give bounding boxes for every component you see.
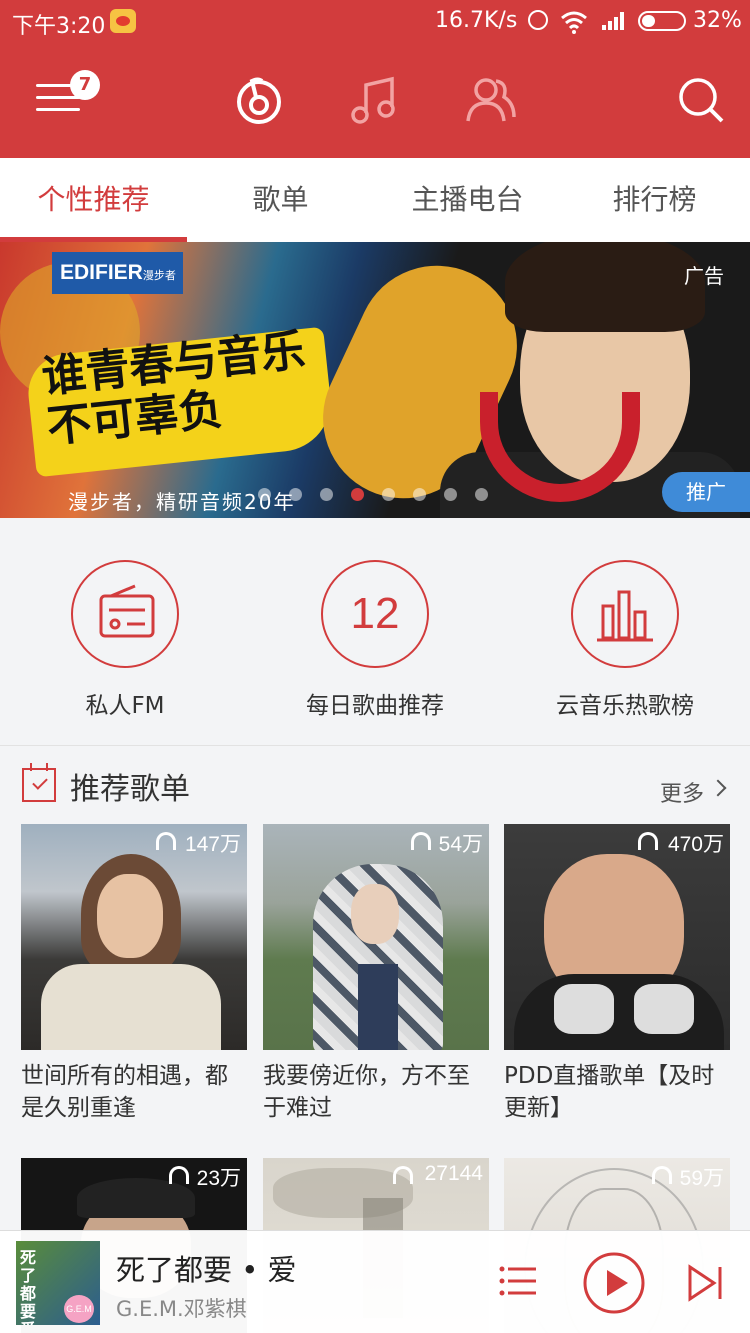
playlist-card[interactable]: 470万 PDD直播歌单【及时更新】 — [504, 824, 730, 1124]
play-count: 147万 — [184, 833, 241, 856]
radio-icon — [71, 560, 179, 668]
playlist-title: PDD直播歌单【及时更新】 — [504, 1063, 715, 1121]
carousel-dot[interactable] — [413, 488, 426, 501]
carousel-dot[interactable] — [382, 488, 395, 501]
feature-label: 每日歌曲推荐 — [306, 693, 444, 719]
carousel-dot[interactable] — [258, 488, 271, 501]
tab-charts[interactable]: 排行榜 — [561, 158, 748, 242]
search-icon[interactable] — [676, 75, 726, 125]
headphones-icon — [638, 832, 658, 850]
headphones-icon — [169, 1166, 189, 1184]
tab-bar: 个性推荐 歌单 主播电台 排行榜 — [0, 158, 750, 242]
playlist-card[interactable]: 54万 我要傍近你，方不至于难过 — [263, 824, 489, 1124]
headphones-icon — [411, 832, 431, 850]
headphones-icon — [393, 1166, 413, 1184]
carousel-dot[interactable] — [444, 488, 457, 501]
headphones-icon — [156, 832, 176, 850]
song-artist: G.E.M.邓紫棋 — [116, 1297, 247, 1321]
weibo-notification-icon — [110, 9, 136, 33]
feature-private-fm[interactable]: 私人FM — [0, 560, 250, 720]
feature-hot-chart[interactable]: 云音乐热歌榜 — [500, 560, 750, 720]
play-count: 470万 — [667, 833, 724, 856]
playlist-cover: 54万 — [263, 824, 489, 1050]
play-count: 23万 — [196, 1167, 241, 1190]
album-cover[interactable]: 死了都要爱 G.E.M — [16, 1241, 100, 1325]
playlist-title: 我要傍近你，方不至于难过 — [263, 1063, 470, 1121]
netease-music-icon[interactable] — [234, 75, 284, 125]
tab-recommend[interactable]: 个性推荐 — [0, 158, 187, 242]
battery-percent: 32% — [693, 8, 742, 33]
feature-label: 云音乐热歌榜 — [556, 693, 694, 719]
play-icon[interactable] — [582, 1251, 646, 1315]
alarm-icon — [528, 10, 548, 30]
menu-badge: 7 — [70, 70, 100, 100]
playlist-cover: 147万 — [21, 824, 247, 1050]
playlist-card[interactable]: 147万 世间所有的相遇，都是久别重逢 — [21, 824, 247, 1124]
chevron-right-icon[interactable] — [709, 779, 727, 797]
play-count: 54万 — [438, 833, 483, 856]
carousel-indicator — [258, 488, 498, 504]
signal-icon — [602, 12, 624, 30]
carousel-dot[interactable] — [475, 488, 488, 501]
network-speed: 16.7K/s — [435, 8, 518, 33]
tab-radio[interactable]: 主播电台 — [374, 158, 561, 242]
wifi-icon — [561, 11, 587, 34]
calendar-icon — [22, 763, 56, 802]
status-time: 下午3:20 — [12, 14, 106, 39]
brand-logo: EDIFIER漫步者 — [52, 252, 183, 294]
feature-label: 私人FM — [85, 693, 165, 719]
carousel-dot[interactable] — [320, 488, 333, 501]
day-number: 12 — [350, 589, 400, 638]
promo-badge[interactable]: 推广 — [662, 472, 750, 512]
play-count: 27144 — [424, 1162, 483, 1185]
calendar-day-icon: 12 — [321, 560, 429, 668]
ad-banner[interactable]: EDIFIER漫步者 谁青春与音乐不可辜负 广告 漫步者，精研音频20年 推广 — [0, 242, 750, 518]
friends-icon[interactable] — [466, 75, 516, 125]
playlist-queue-icon[interactable] — [498, 1261, 538, 1301]
chart-bars-icon — [571, 560, 679, 668]
cover-brand: G.E.M — [64, 1295, 94, 1323]
carousel-dot[interactable] — [289, 488, 302, 501]
playlist-title: 世间所有的相遇，都是久别重逢 — [21, 1063, 228, 1121]
music-note-icon[interactable] — [350, 75, 400, 125]
ad-label: 广告 — [684, 264, 724, 288]
recommended-playlists-header: 推荐歌单 更多 — [0, 746, 750, 824]
carousel-dot-active[interactable] — [351, 488, 364, 501]
feature-daily-songs[interactable]: 12 每日歌曲推荐 — [250, 560, 500, 720]
app-header: 下午3:20 16.7K/s 32% 7 — [0, 0, 750, 158]
mini-player[interactable]: 死了都要爱 G.E.M 死了都要 • 爱 G.E.M.邓紫棋 — [0, 1230, 750, 1333]
battery-icon — [638, 11, 686, 31]
tab-playlists[interactable]: 歌单 — [187, 158, 374, 242]
more-link[interactable]: 更多 — [660, 776, 704, 808]
status-bar: 下午3:20 16.7K/s 32% — [0, 0, 750, 44]
feature-shortcuts: 私人FM 12 每日歌曲推荐 云音乐热歌榜 — [0, 518, 750, 746]
headphones-icon — [652, 1166, 672, 1184]
song-title: 死了都要 • 爱 — [116, 1253, 297, 1287]
next-track-icon[interactable] — [686, 1263, 726, 1303]
section-title: 推荐歌单 — [70, 772, 190, 807]
playlist-cover: 470万 — [504, 824, 730, 1050]
play-count: 59万 — [679, 1167, 724, 1190]
